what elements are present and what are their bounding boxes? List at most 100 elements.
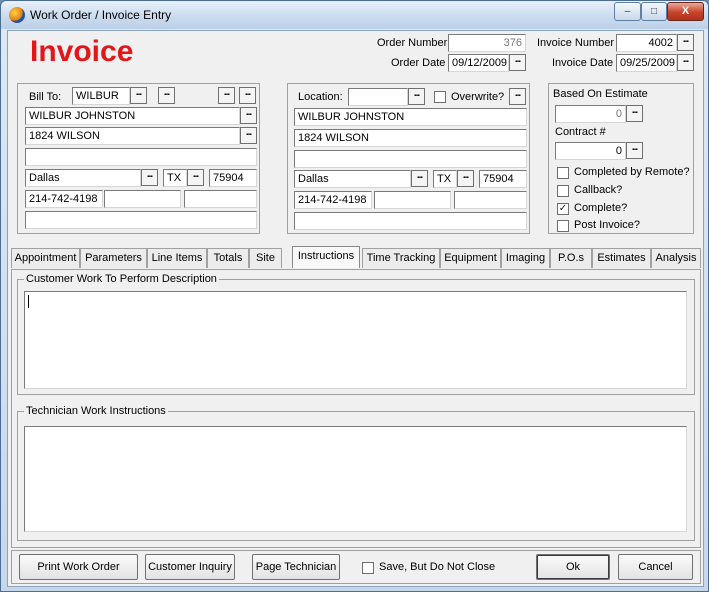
location-name-field[interactable]: WILBUR JOHNSTON [294, 108, 527, 126]
print-work-order-button[interactable]: Print Work Order [19, 554, 138, 580]
window: Work Order / Invoice Entry – □ X Invoice… [0, 0, 709, 592]
location-code-field[interactable] [348, 88, 408, 106]
invoice-date-picker-button[interactable]: ... [677, 54, 694, 71]
order-date-picker-button[interactable]: ... [509, 54, 526, 71]
invoice-number-label: Invoice Number [537, 37, 615, 49]
order-date-field[interactable]: 09/12/2009 [448, 54, 509, 72]
location-phone-field[interactable]: 214-742-4198 [294, 191, 372, 209]
save-no-close-checkbox[interactable] [362, 562, 374, 574]
bill-to-city-field[interactable]: Dallas [25, 169, 141, 187]
bill-to-code-dropdown-button[interactable]: ... [130, 87, 147, 104]
bill-to-state-button[interactable]: ... [187, 169, 204, 186]
order-number-field[interactable]: 376 [448, 34, 526, 52]
tab-strip: Appointment Parameters Line Items Totals… [11, 246, 701, 270]
location-fax-field[interactable] [454, 191, 527, 209]
tab-pos[interactable]: P.O.s [550, 248, 592, 268]
tab-equipment[interactable]: Equipment [440, 248, 501, 268]
bill-to-city-button[interactable]: ... [141, 169, 158, 186]
tab-line-items[interactable]: Line Items [147, 248, 207, 268]
complete-checkbox[interactable]: ✓ [557, 203, 569, 215]
cancel-button[interactable]: Cancel [618, 554, 693, 580]
tab-totals[interactable]: Totals [207, 248, 249, 268]
form-body: Invoice Order Number 376 Order Date 09/1… [7, 30, 704, 587]
location-code-dropdown-button[interactable]: ... [408, 88, 425, 105]
location-zip-field[interactable]: 75904 [479, 170, 527, 188]
location-city-field[interactable]: Dallas [294, 170, 411, 188]
post-invoice-checkbox[interactable] [557, 220, 569, 232]
location-group: Location: ... Overwrite? ... WILBUR JOHN… [287, 83, 530, 234]
customer-inquiry-button[interactable]: Customer Inquiry [145, 554, 235, 580]
completed-by-remote-checkbox[interactable] [557, 167, 569, 179]
tab-appointment[interactable]: Appointment [11, 248, 80, 268]
post-invoice-label: Post Invoice? [574, 219, 641, 231]
bill-to-code-field[interactable]: WILBUR [72, 87, 130, 105]
maximize-button[interactable]: □ [641, 2, 667, 21]
location-state-field[interactable]: TX [433, 170, 457, 188]
bill-to-fax-field[interactable] [184, 190, 257, 208]
bill-to-name-button[interactable]: ... [240, 107, 257, 124]
tab-parameters[interactable]: Parameters [80, 248, 147, 268]
invoice-number-lookup-button[interactable]: ... [677, 34, 694, 51]
based-on-estimate-field[interactable]: 0 [555, 105, 626, 123]
page-technician-button[interactable]: Page Technician [252, 554, 340, 580]
title-bar[interactable]: Work Order / Invoice Entry – □ X [1, 1, 708, 29]
location-address2-field[interactable] [294, 150, 527, 168]
ok-button[interactable]: Ok [536, 554, 610, 580]
bill-to-address-button[interactable]: ... [240, 127, 257, 144]
bill-to-name-field[interactable]: WILBUR JOHNSTON [25, 107, 240, 125]
estimate-group: Based On Estimate 0 ... Contract # 0 ...… [548, 83, 694, 234]
contract-field[interactable]: 0 [555, 142, 626, 160]
tab-imaging[interactable]: Imaging [501, 248, 550, 268]
window-title: Work Order / Invoice Entry [30, 8, 172, 22]
bill-to-address1-field[interactable]: 1824 WILSON [25, 127, 240, 145]
tab-estimates[interactable]: Estimates [592, 248, 651, 268]
bill-to-group: Bill To: WILBUR ... ... ... ... WILBUR J… [17, 83, 260, 234]
bill-to-phone-field[interactable]: 214-742-4198 [25, 190, 103, 208]
contract-label: Contract # [555, 126, 606, 138]
footer-bar: Print Work Order Customer Inquiry Page T… [11, 550, 701, 584]
bill-to-phone2-field[interactable] [104, 190, 181, 208]
save-no-close-label: Save, But Do Not Close [379, 561, 496, 573]
invoice-date-label: Invoice Date [552, 57, 614, 69]
minimize-button[interactable]: – [614, 2, 641, 21]
bill-to-edit-button[interactable]: ... [218, 87, 235, 104]
bill-to-lookup-button[interactable]: ... [158, 87, 175, 104]
invoice-date-field[interactable]: 09/25/2009 [616, 54, 677, 72]
text-caret [28, 295, 29, 308]
location-city-button[interactable]: ... [411, 170, 428, 187]
technician-instructions-textarea[interactable] [24, 426, 687, 532]
bill-to-label: Bill To: [29, 91, 62, 103]
bill-to-zip-field[interactable]: 75904 [209, 169, 257, 187]
based-on-estimate-button[interactable]: ... [626, 105, 643, 122]
contract-lookup-button[interactable]: ... [626, 142, 643, 159]
invoice-number-field[interactable]: 4002 [616, 34, 677, 52]
complete-label: Complete? [574, 202, 628, 214]
app-icon [9, 7, 25, 23]
customer-work-label: Customer Work To Perform Description [24, 273, 219, 285]
tab-analysis[interactable]: Analysis [651, 248, 701, 268]
tab-site[interactable]: Site [249, 248, 282, 268]
customer-work-textarea[interactable] [24, 291, 687, 389]
callback-label: Callback? [574, 184, 623, 196]
bill-to-state-field[interactable]: TX [163, 169, 187, 187]
location-state-button[interactable]: ... [457, 170, 474, 187]
tab-instructions[interactable]: Instructions [292, 246, 360, 268]
page-title: Invoice [30, 35, 134, 68]
technician-instructions-label: Technician Work Instructions [24, 405, 168, 417]
location-email-field[interactable] [294, 212, 527, 230]
location-phone2-field[interactable] [374, 191, 451, 209]
order-number-label: Order Number [377, 37, 448, 49]
location-label: Location: [298, 91, 343, 103]
completed-by-remote-label: Completed by Remote? [574, 166, 690, 178]
close-button[interactable]: X [667, 2, 704, 21]
overwrite-checkbox[interactable] [434, 91, 446, 103]
overwrite-label: Overwrite? [451, 91, 505, 103]
location-address1-field[interactable]: 1824 WILSON [294, 129, 527, 147]
callback-checkbox[interactable] [557, 185, 569, 197]
order-date-label: Order Date [391, 57, 446, 69]
bill-to-copy-button[interactable]: ... [239, 87, 256, 104]
bill-to-address2-field[interactable] [25, 148, 257, 166]
bill-to-email-field[interactable] [25, 211, 257, 229]
tab-time-tracking[interactable]: Time Tracking [362, 248, 440, 268]
location-lookup-button[interactable]: ... [509, 88, 526, 105]
